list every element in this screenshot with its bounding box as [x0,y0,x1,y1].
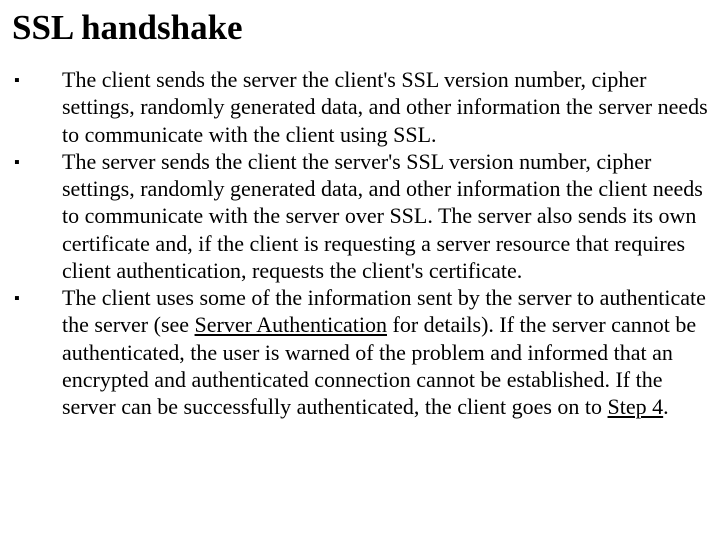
list-item: ▪ The client sends the server the client… [12,66,708,148]
page-title: SSL handshake [12,8,708,48]
bullet-icon: ▪ [12,148,62,173]
list-item-text: The server sends the client the server's… [62,148,708,284]
list-item: ▪ The client uses some of the informatio… [12,284,708,420]
bullet-icon: ▪ [12,66,62,91]
bullet-icon: ▪ [12,284,62,309]
list-item: ▪ The server sends the client the server… [12,148,708,284]
server-authentication-link[interactable]: Server Authentication [195,312,387,337]
step-4-link[interactable]: Step 4 [608,394,664,419]
bullet-list: ▪ The client sends the server the client… [12,66,708,420]
list-item-text: The client uses some of the information … [62,284,708,420]
list-item-text: The client sends the server the client's… [62,66,708,148]
